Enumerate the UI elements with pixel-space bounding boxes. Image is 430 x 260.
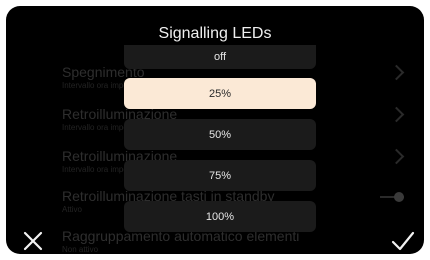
bg-row-subtitle: Non attivo — [62, 245, 99, 254]
option-label: 25% — [208, 87, 232, 100]
option-label: 50% — [208, 128, 232, 141]
option-label: 75% — [208, 169, 232, 182]
close-button[interactable] — [22, 230, 44, 252]
option-label: 100% — [205, 210, 235, 223]
option-100-percent[interactable]: 100% — [124, 201, 316, 232]
device-screen: Spegnimento Intervallo ora impostato: 60… — [6, 6, 424, 254]
option-label: off — [213, 51, 227, 63]
check-icon — [391, 231, 415, 251]
option-50-percent[interactable]: 50% — [124, 119, 316, 150]
toggle-switch — [380, 192, 404, 202]
option-75-percent[interactable]: 75% — [124, 160, 316, 191]
toggle-knob — [394, 192, 404, 202]
close-icon — [23, 231, 43, 251]
option-off[interactable]: off — [124, 45, 316, 69]
option-25-percent[interactable]: 25% — [124, 78, 316, 109]
dialog-title: Signalling LEDs — [158, 25, 272, 42]
confirm-button[interactable] — [391, 230, 415, 252]
